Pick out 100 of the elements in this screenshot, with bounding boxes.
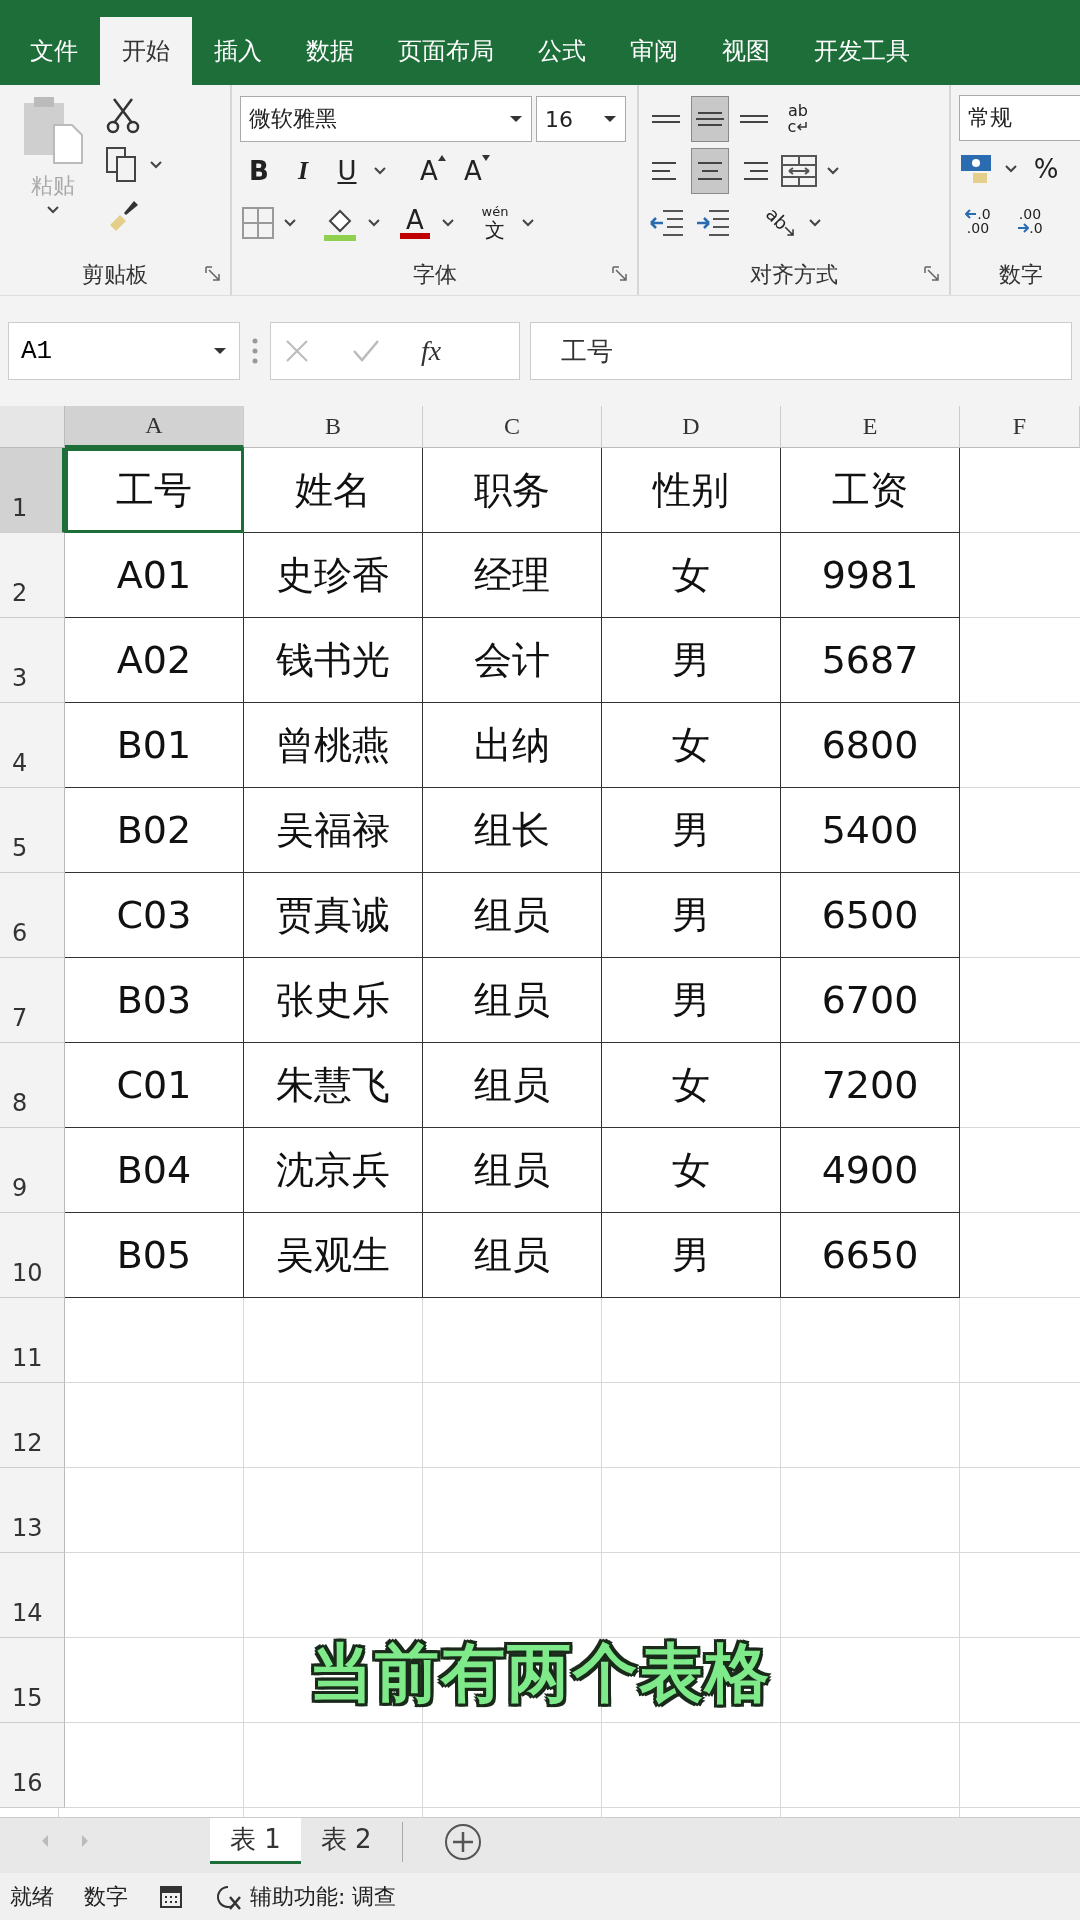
- table-cell: 男: [602, 873, 781, 958]
- dialog-launcher-icon[interactable]: [204, 265, 222, 283]
- column-header[interactable]: E: [781, 406, 960, 448]
- group-label: 数字: [998, 261, 1044, 289]
- row-header[interactable]: 4: [0, 703, 65, 788]
- row-header[interactable]: 1: [0, 448, 65, 533]
- table-cell: 6700: [781, 958, 960, 1043]
- table-cell: 男: [602, 788, 781, 873]
- dialog-launcher-icon[interactable]: [923, 265, 941, 283]
- row-header[interactable]: 16: [0, 1723, 65, 1808]
- ribbon-tab[interactable]: 开发工具: [792, 17, 932, 85]
- align-middle-icon: [696, 112, 724, 126]
- sheet-tab[interactable]: 表 1: [210, 1818, 301, 1864]
- column-header[interactable]: A: [65, 406, 244, 448]
- merge-center-icon[interactable]: [779, 153, 819, 189]
- table-cell: 4900: [781, 1128, 960, 1213]
- font-size-dropdown[interactable]: 16: [536, 96, 626, 142]
- font-color-button[interactable]: A: [396, 200, 434, 246]
- table-cell: 组员: [423, 1043, 602, 1128]
- column-header[interactable]: D: [602, 406, 781, 448]
- font-name-dropdown[interactable]: 微软雅黑: [240, 96, 532, 142]
- dropdown-arrow-icon: [213, 347, 227, 355]
- row-header[interactable]: 8: [0, 1043, 65, 1128]
- chevron-down-icon: [372, 166, 388, 176]
- group-label: 对齐方式: [749, 261, 839, 289]
- table-cell: 男: [602, 618, 781, 703]
- return-arrow-icon: [796, 122, 809, 132]
- ribbon-tab[interactable]: 公式: [516, 17, 608, 85]
- table-cell: B05: [65, 1213, 244, 1298]
- name-box[interactable]: A1: [8, 322, 240, 380]
- calculator-icon: [158, 1883, 184, 1910]
- column-header[interactable]: B: [244, 406, 423, 448]
- chevron-down-icon: [825, 166, 841, 176]
- group-label: 字体: [411, 261, 458, 289]
- grow-font-button[interactable]: A: [414, 148, 452, 194]
- percent-button[interactable]: %: [1027, 146, 1065, 192]
- row-header[interactable]: 5: [0, 788, 65, 873]
- insert-function-button[interactable]: fx: [421, 335, 442, 367]
- table-cell: 组员: [423, 1128, 602, 1213]
- ribbon-tab[interactable]: 开始: [100, 17, 192, 85]
- vertical-align-button[interactable]: [691, 96, 729, 142]
- triangle-down-icon: [481, 155, 490, 161]
- arrow-right-icon: [1017, 223, 1030, 233]
- row-header[interactable]: 12: [0, 1383, 65, 1468]
- ribbon-tab[interactable]: 插入: [192, 17, 284, 85]
- phonetic-button[interactable]: wén 文: [476, 200, 514, 246]
- table-cell: 钱书光: [244, 618, 423, 703]
- shrink-font-button[interactable]: A: [458, 148, 496, 194]
- status-text: 数字: [84, 1882, 128, 1911]
- sheet-tab[interactable]: 表 2: [300, 1818, 392, 1864]
- horizontal-align-button[interactable]: [691, 148, 729, 194]
- orientation-button[interactable]: ab: [763, 200, 802, 246]
- column-header[interactable]: F: [960, 406, 1080, 448]
- wrap-text-button[interactable]: ab c: [779, 96, 817, 142]
- row-header[interactable]: 2: [0, 533, 65, 618]
- table-cell: 组员: [423, 873, 602, 958]
- dropdown-arrow-icon: [603, 115, 617, 123]
- formula-input[interactable]: 工号: [530, 322, 1072, 380]
- row-header[interactable]: 3: [0, 618, 65, 703]
- underline-button[interactable]: U: [328, 148, 366, 194]
- table-cell: 女: [602, 1043, 781, 1128]
- borders-icon[interactable]: [240, 205, 276, 241]
- chevron-down-icon: [282, 218, 298, 228]
- row-header[interactable]: 10: [0, 1213, 65, 1298]
- row-header[interactable]: 14: [0, 1553, 65, 1638]
- row-header[interactable]: 11: [0, 1298, 65, 1383]
- italic-button[interactable]: I: [284, 148, 322, 194]
- table-cell: 经理: [423, 533, 602, 618]
- table-cell: 吴观生: [244, 1213, 423, 1298]
- table-cell: 朱慧飞: [244, 1043, 423, 1128]
- column-header[interactable]: C: [423, 406, 602, 448]
- ribbon-tab[interactable]: 数据: [284, 17, 376, 85]
- table-cell: B02: [65, 788, 244, 873]
- table-cell: A02: [65, 618, 244, 703]
- ribbon-tab[interactable]: 页面布局: [376, 17, 516, 85]
- table-cell: 女: [602, 1128, 781, 1213]
- table-cell: 组员: [423, 958, 602, 1043]
- align-bottom-icon: [740, 115, 768, 123]
- row-header[interactable]: 7: [0, 958, 65, 1043]
- decrease-decimal-button[interactable]: .00 .0: [1011, 198, 1049, 244]
- table-cell: 9981: [781, 533, 960, 618]
- number-format-dropdown[interactable]: 常规: [959, 95, 1080, 141]
- dialog-launcher-icon[interactable]: [611, 265, 629, 283]
- row-header[interactable]: 15: [0, 1638, 65, 1723]
- table-cell: A01: [65, 533, 244, 618]
- row-header[interactable]: 6: [0, 873, 65, 958]
- increase-decimal-button[interactable]: .0 .00: [959, 198, 997, 244]
- bold-button[interactable]: B: [240, 148, 278, 194]
- row-header[interactable]: 9: [0, 1128, 65, 1213]
- table-cell: 姓名: [244, 448, 423, 533]
- status-text: 辅助功能: 调查: [250, 1882, 397, 1911]
- table-cell: 贾真诚: [244, 873, 423, 958]
- table-cell: 男: [602, 958, 781, 1043]
- row-header[interactable]: 13: [0, 1468, 65, 1553]
- add-sheet-icon[interactable]: [442, 1822, 483, 1862]
- ribbon-tab[interactable]: 视图: [700, 17, 792, 85]
- ribbon-tab[interactable]: 审阅: [608, 17, 700, 85]
- table-cell: 曾桃燕: [244, 703, 423, 788]
- table-cell: 7200: [781, 1043, 960, 1128]
- ribbon-tab[interactable]: 文件: [8, 17, 100, 85]
